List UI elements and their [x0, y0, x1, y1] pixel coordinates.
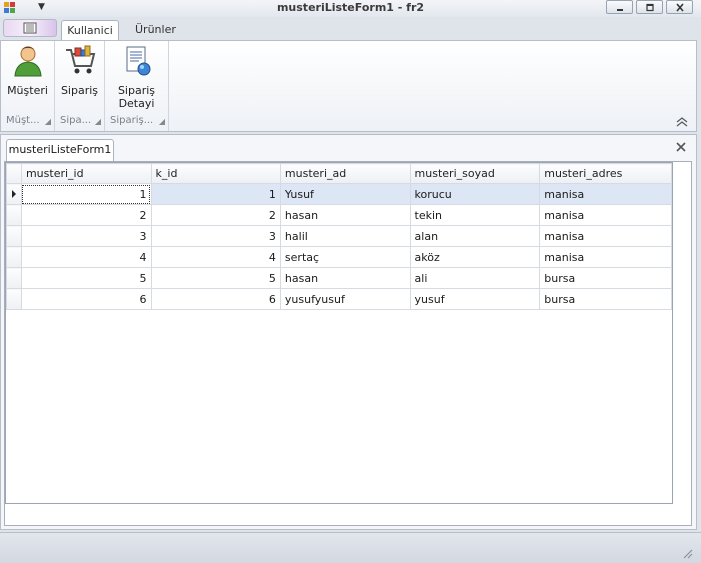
header-row: musteri_id k_id musteri_ad musteri_soyad…	[6, 163, 672, 184]
cell-musteri-adres[interactable]: manisa	[539, 183, 672, 205]
close-button[interactable]	[666, 0, 693, 14]
row-header[interactable]	[6, 204, 22, 226]
cell-musteri-adres[interactable]: bursa	[539, 267, 672, 289]
cell-musteri-ad[interactable]: yusufyusuf	[279, 288, 411, 310]
cell-musteri-soyad[interactable]: korucu	[409, 183, 541, 205]
ribbon-group-caption: Sipa...	[60, 115, 92, 126]
document-area: musteriListeForm1 musteri_id k_id muster…	[0, 134, 697, 530]
musteri-button[interactable]: Müşteri	[1, 44, 54, 97]
cell-musteri-id[interactable]: 4	[20, 246, 152, 268]
table-row[interactable]: 4 4 sertaç aköz manisa	[6, 246, 672, 268]
row-header[interactable]	[6, 183, 22, 205]
application-menu-button[interactable]	[3, 19, 57, 37]
title-bar: ▼ musteriListeForm1 - fr2	[0, 0, 701, 17]
tab-urunler[interactable]: Ürünler	[126, 20, 185, 40]
column-header-musteri-soyad[interactable]: musteri_soyad	[409, 163, 541, 184]
row-header[interactable]	[6, 267, 22, 289]
maximize-icon	[645, 3, 654, 11]
siparis-detayi-label-line2: Detayi	[118, 97, 155, 110]
ribbon-group-caption: Müşt...	[6, 115, 40, 126]
current-row-pointer-icon	[12, 190, 16, 198]
table-row[interactable]: 6 6 yusufyusuf yusuf bursa	[6, 288, 672, 310]
table-row[interactable]: 5 5 hasan ali bursa	[6, 267, 672, 289]
cell-musteri-id[interactable]: 6	[20, 288, 152, 310]
siparis-detayi-button-label: Sipariş Detayi	[105, 84, 168, 110]
ribbon-group-footer: Sipa... ◢	[55, 115, 104, 129]
ribbon-group-caption: Sipariş...	[110, 115, 154, 126]
close-icon	[675, 2, 684, 12]
tab-kullanici[interactable]: Kullanici	[61, 20, 119, 40]
minimize-button[interactable]	[606, 0, 633, 14]
cell-musteri-ad[interactable]: halil	[279, 225, 411, 247]
ribbon-group-siparis: Sipariş Sipa... ◢	[55, 41, 105, 131]
cell-musteri-id[interactable]: 1	[20, 183, 152, 205]
group-launcher-icon[interactable]: ◢	[159, 117, 165, 126]
cell-musteri-ad[interactable]: Yusuf	[279, 183, 411, 205]
cell-k-id[interactable]: 5	[150, 267, 281, 289]
minimize-icon	[616, 8, 623, 11]
grid-panel: musteri_id k_id musteri_ad musteri_soyad…	[4, 161, 692, 526]
row-header[interactable]	[6, 246, 22, 268]
column-header-musteri-id[interactable]: musteri_id	[20, 163, 152, 184]
siparis-button-label: Sipariş	[60, 84, 99, 97]
column-header-musteri-adres[interactable]: musteri_adres	[539, 163, 672, 184]
cell-musteri-ad[interactable]: sertaç	[279, 246, 411, 268]
ribbon-group-footer: Sipariş... ◢	[105, 115, 168, 129]
application-menu-icon	[23, 22, 37, 34]
window-title: musteriListeForm1 - fr2	[276, 1, 425, 14]
column-header-musteri-ad[interactable]: musteri_ad	[279, 163, 411, 184]
user-icon	[13, 46, 42, 77]
collapse-ribbon-icon[interactable]	[676, 117, 688, 127]
cell-musteri-soyad[interactable]: tekin	[409, 204, 541, 226]
siparis-button[interactable]: Sipariş	[55, 44, 104, 97]
cell-musteri-soyad[interactable]: ali	[409, 267, 541, 289]
document-icon	[126, 46, 150, 76]
group-launcher-icon[interactable]: ◢	[95, 117, 101, 126]
cell-musteri-adres[interactable]: manisa	[539, 225, 672, 247]
cell-musteri-id[interactable]: 2	[20, 204, 152, 226]
ribbon-group-siparis-detayi: Sipariş Detayi Sipariş... ◢	[105, 41, 169, 131]
row-header-corner[interactable]	[6, 163, 22, 184]
cell-musteri-id[interactable]: 3	[20, 225, 152, 247]
cell-musteri-adres[interactable]: bursa	[539, 288, 672, 310]
table-row[interactable]: 2 2 hasan tekin manisa	[6, 204, 672, 226]
cell-musteri-ad[interactable]: hasan	[279, 267, 411, 289]
cell-musteri-id[interactable]: 5	[20, 267, 152, 289]
cell-k-id[interactable]: 6	[150, 288, 281, 310]
ribbon-group-musteri: Müşteri Müşt... ◢	[1, 41, 55, 131]
row-header[interactable]	[6, 288, 22, 310]
musteri-button-label: Müşteri	[7, 84, 48, 97]
cell-musteri-soyad[interactable]: aköz	[409, 246, 541, 268]
document-tab[interactable]: musteriListeForm1	[6, 139, 114, 161]
status-bar	[0, 532, 701, 563]
ribbon-tab-row: Kullanici Ürünler	[0, 17, 701, 40]
ribbon-group-footer: Müşt... ◢	[1, 115, 54, 129]
column-header-k-id[interactable]: k_id	[150, 163, 281, 184]
close-document-icon[interactable]	[676, 142, 686, 152]
cell-k-id[interactable]: 1	[150, 183, 281, 205]
cell-k-id[interactable]: 2	[150, 204, 281, 226]
cell-musteri-soyad[interactable]: yusuf	[409, 288, 541, 310]
group-launcher-icon[interactable]: ◢	[45, 117, 51, 126]
siparis-detayi-button[interactable]: Sipariş Detayi	[105, 44, 168, 110]
cell-musteri-adres[interactable]: manisa	[539, 246, 672, 268]
ribbon-panel: Müşteri Müşt... ◢ Sipariş Sipa... ◢ Sipa…	[0, 40, 697, 132]
resize-grip-icon[interactable]	[681, 547, 693, 559]
cart-icon	[65, 45, 95, 74]
row-header[interactable]	[6, 225, 22, 247]
cell-musteri-soyad[interactable]: alan	[409, 225, 541, 247]
siparis-detayi-label-line1: Sipariş	[117, 84, 156, 97]
cell-k-id[interactable]: 3	[150, 225, 281, 247]
cell-k-id[interactable]: 4	[150, 246, 281, 268]
cell-musteri-adres[interactable]: manisa	[539, 204, 672, 226]
data-grid[interactable]: musteri_id k_id musteri_ad musteri_soyad…	[5, 162, 673, 504]
maximize-button[interactable]	[636, 0, 663, 14]
grid-table: musteri_id k_id musteri_ad musteri_soyad…	[6, 163, 672, 310]
cell-musteri-ad[interactable]: hasan	[279, 204, 411, 226]
table-row[interactable]: 1 1 Yusuf korucu manisa	[6, 183, 672, 205]
table-row[interactable]: 3 3 halil alan manisa	[6, 225, 672, 247]
